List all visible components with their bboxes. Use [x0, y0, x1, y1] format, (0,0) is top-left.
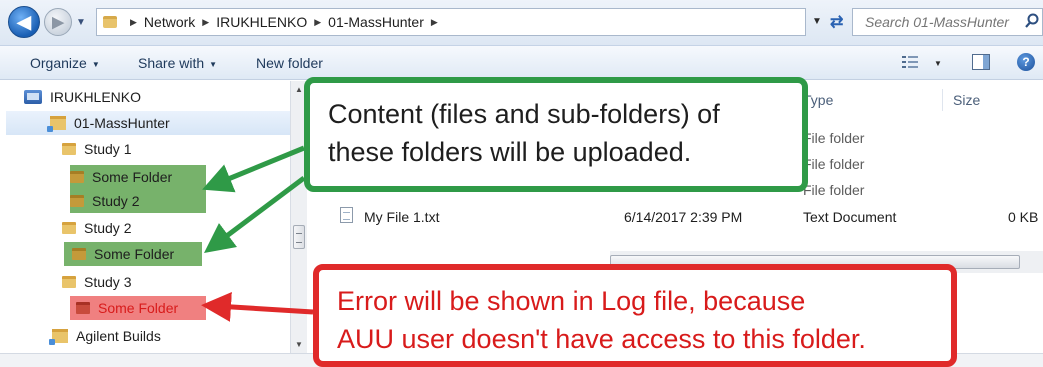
chevron-right-icon[interactable]: ▶ — [130, 17, 137, 28]
tree-item-study2-some-folder[interactable]: Some Folder — [64, 242, 202, 266]
refresh-button[interactable]: ⇄ — [830, 12, 843, 32]
callout-text: Content (files and sub-folders) of — [328, 99, 720, 129]
address-history-dropdown[interactable]: ▼ — [812, 16, 822, 27]
column-divider[interactable] — [942, 89, 943, 111]
shared-folder-icon — [49, 329, 68, 345]
folder-row-type: File folder — [803, 156, 865, 172]
back-button[interactable]: ◀ — [8, 6, 40, 38]
tree-item-label: Some Folder — [98, 300, 179, 316]
tree-item-study1-study2[interactable]: Study 2 — [70, 189, 206, 213]
caret-down-icon: ▼ — [209, 59, 218, 69]
share-with-label: Share with — [138, 55, 205, 71]
forward-button[interactable]: ▶ — [44, 8, 72, 36]
command-bar: Organize ▼ Share with ▼ New folder ▼ ? — [0, 46, 1043, 80]
breadcrumb-share[interactable]: 01-MassHunter — [328, 14, 424, 30]
tree-item-computer[interactable]: IRUKHLENKO — [24, 85, 149, 109]
share-with-menu[interactable]: Share with ▼ — [138, 55, 217, 71]
callout-text: Error will be shown in Log file, because — [337, 286, 806, 316]
recent-pages-dropdown[interactable]: ▼ — [76, 17, 86, 28]
folder-icon — [70, 195, 84, 207]
shared-folder-icon — [47, 116, 66, 132]
error-callout: Error will be shown in Log file, because… — [313, 264, 957, 367]
caret-down-icon: ▼ — [91, 59, 100, 69]
tree-item-label: Study 3 — [84, 274, 132, 290]
view-options-dropdown[interactable]: ▼ — [934, 59, 942, 68]
folder-row-type: File folder — [803, 182, 865, 198]
callout-text: AUU user doesn't have access to this fol… — [337, 324, 866, 354]
tree-item-study-3[interactable]: Study 3 — [62, 270, 139, 294]
forward-arrow-icon: ▶ — [52, 14, 64, 31]
help-icon[interactable]: ? — [1017, 53, 1035, 71]
tree-item-study3-some-folder[interactable]: Some Folder — [70, 296, 206, 320]
change-view-icon[interactable] — [902, 55, 918, 69]
breadcrumb-computer[interactable]: IRUKHLENKO — [216, 14, 307, 30]
search-icon[interactable] — [1024, 13, 1040, 29]
folder-icon — [70, 171, 84, 183]
folder-icon — [76, 302, 90, 314]
callout-text: these folders will be uploaded. — [328, 137, 692, 167]
navigation-pane: IRUKHLENKO 01-MassHunter Study 1 Some Fo… — [0, 81, 290, 367]
tree-item-study-1[interactable]: Study 1 — [62, 137, 139, 161]
organize-label: Organize — [30, 55, 87, 71]
tree-item-label: Agilent Builds — [76, 328, 161, 344]
back-arrow-icon: ◀ — [17, 11, 31, 32]
scroll-down-icon[interactable]: ▼ — [295, 340, 303, 349]
tree-item-label: Study 2 — [92, 193, 140, 209]
scrollbar-thumb[interactable] — [293, 225, 305, 249]
folder-icon — [62, 276, 76, 288]
organize-menu[interactable]: Organize ▼ — [30, 55, 100, 71]
breadcrumb-network[interactable]: Network — [144, 14, 195, 30]
file-size: 0 KB — [1008, 209, 1039, 225]
tree-item-label: Some Folder — [92, 169, 173, 185]
folder-icon — [62, 222, 76, 234]
address-bar-row: ◀ ▶ ▼ ▶ Network ▶ IRUKHLENKO ▶ 01-MassHu… — [0, 0, 1043, 46]
upload-callout: Content (files and sub-folders) of these… — [304, 77, 808, 192]
chevron-right-icon[interactable]: ▶ — [431, 17, 438, 28]
tree-item-agilent-builds[interactable]: Agilent Builds — [49, 324, 169, 348]
chevron-right-icon[interactable]: ▶ — [314, 17, 321, 28]
tree-item-label: Study 2 — [84, 220, 132, 236]
breadcrumb[interactable]: ▶ Network ▶ IRUKHLENKO ▶ 01-MassHunter ▶ — [96, 8, 806, 36]
column-header-size[interactable]: Size — [953, 92, 980, 108]
tree-item-study-2[interactable]: Study 2 — [62, 216, 139, 240]
chevron-right-icon[interactable]: ▶ — [202, 17, 209, 28]
tree-item-label: IRUKHLENKO — [50, 89, 142, 105]
search-input[interactable] — [865, 14, 1015, 30]
folder-icon — [103, 16, 117, 28]
tree-item-massHunter-share[interactable]: 01-MassHunter — [6, 111, 290, 135]
tree-item-study1-some-folder[interactable]: Some Folder — [70, 165, 206, 189]
scroll-up-icon[interactable]: ▲ — [295, 85, 303, 94]
tree-item-label: 01-MassHunter — [74, 115, 170, 131]
text-file-icon — [340, 207, 353, 223]
tree-item-label: Study 1 — [84, 141, 132, 157]
tree-item-label: Some Folder — [94, 246, 175, 262]
new-folder-button[interactable]: New folder — [256, 55, 323, 71]
folder-icon — [72, 248, 86, 260]
folder-icon — [62, 143, 76, 155]
file-name: My File 1.txt — [364, 209, 440, 225]
file-type: Text Document — [803, 209, 897, 225]
folder-row-type: File folder — [803, 130, 865, 146]
network-computer-icon — [24, 90, 42, 104]
table-row[interactable]: My File 1.txt 6/14/2017 2:39 PM Text Doc… — [308, 206, 1043, 230]
file-date: 6/14/2017 2:39 PM — [624, 209, 743, 225]
preview-pane-icon[interactable] — [972, 54, 990, 70]
search-box — [852, 8, 1043, 36]
